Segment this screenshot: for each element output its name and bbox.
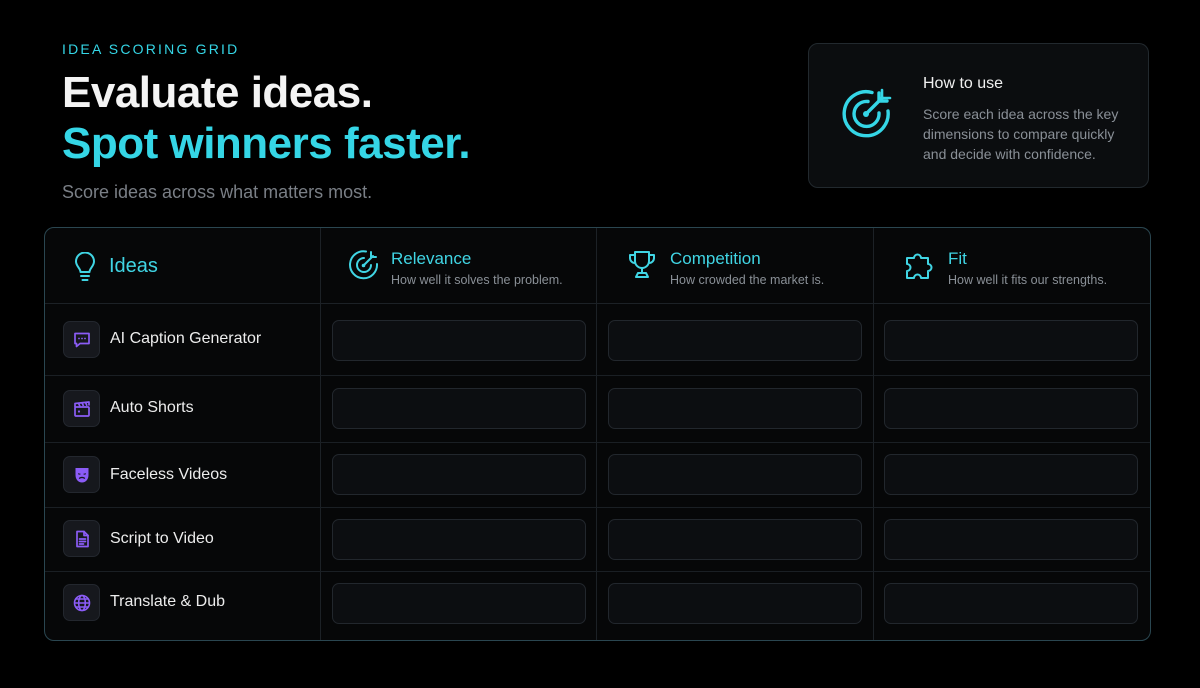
idea-label: AI Caption Generator: [110, 330, 262, 347]
target-icon: [349, 250, 379, 280]
how-to-use-card: How to use Score each idea across the ke…: [808, 43, 1149, 188]
idea-scoring-page: IDEA SCORING GRID Evaluate ideas. Spot w…: [0, 0, 1200, 688]
score-cell-competition[interactable]: [608, 583, 862, 624]
how-to-use-text: Score each idea across the key dimension…: [923, 106, 1119, 162]
globe-icon: [73, 594, 91, 612]
column-header-fit: Fit How well it fits our strengths.: [874, 228, 1150, 304]
score-cell-relevance[interactable]: [332, 388, 586, 429]
ideas-header: Ideas: [45, 228, 320, 304]
score-cell-competition[interactable]: [608, 519, 862, 560]
scoring-grid: Ideas Relevance How well it solves the p…: [44, 227, 1151, 641]
document-icon: [76, 530, 89, 548]
column-header-relevance: Relevance How well it solves the problem…: [321, 228, 596, 304]
score-cell-relevance[interactable]: [332, 519, 586, 560]
lightbulb-icon: [75, 252, 95, 281]
how-to-use-title: How to use: [923, 75, 1004, 92]
score-cell-fit[interactable]: [884, 320, 1138, 361]
score-cell-competition[interactable]: [608, 320, 862, 361]
target-arrow-icon: [842, 88, 892, 138]
score-cell-competition[interactable]: [608, 454, 862, 495]
puzzle-piece-icon: [906, 253, 933, 279]
chat-bubble-icon: [74, 332, 90, 348]
page-title: Evaluate ideas.: [62, 68, 373, 117]
grid-header-row: Ideas Relevance How well it solves the p…: [45, 228, 1150, 304]
idea-icon-badge: [63, 390, 100, 427]
table-row: Auto Shorts: [45, 376, 1150, 442]
idea-label: Auto Shorts: [110, 399, 194, 416]
idea-label: Translate & Dub: [110, 593, 226, 610]
column-title: Relevance: [391, 249, 472, 268]
column-description: How crowded the market is.: [670, 273, 825, 287]
score-cell-fit[interactable]: [884, 519, 1138, 560]
ideas-header-label: Ideas: [109, 255, 158, 277]
table-row: Translate & Dub: [45, 572, 1150, 640]
column-header-competition: Competition How crowded the market is.: [597, 228, 873, 304]
page-title-accent: Spot winners faster.: [62, 119, 471, 168]
column-title: Competition: [670, 249, 761, 268]
score-cell-relevance[interactable]: [332, 320, 586, 361]
clapperboard-icon: [74, 401, 90, 417]
table-row: Faceless Videos: [45, 443, 1150, 507]
score-cell-fit[interactable]: [884, 454, 1138, 495]
table-row: Script to Video: [45, 508, 1150, 571]
score-cell-fit[interactable]: [884, 583, 1138, 624]
idea-icon-badge: [63, 321, 100, 358]
trophy-icon: [629, 251, 655, 278]
score-cell-fit[interactable]: [884, 388, 1138, 429]
idea-label: Script to Video: [110, 530, 214, 547]
column-description: How well it solves the problem.: [391, 273, 563, 287]
score-cell-relevance[interactable]: [332, 583, 586, 624]
idea-icon-badge: [63, 520, 100, 557]
score-cell-competition[interactable]: [608, 388, 862, 429]
eyebrow-label: IDEA SCORING GRID: [62, 41, 240, 57]
score-cell-relevance[interactable]: [332, 454, 586, 495]
idea-icon-badge: [63, 584, 100, 621]
column-description: How well it fits our strengths.: [948, 273, 1108, 287]
idea-label: Faceless Videos: [110, 466, 228, 483]
idea-icon-badge: [63, 456, 100, 493]
page-subtitle: Score ideas across what matters most.: [62, 182, 373, 202]
column-title: Fit: [948, 249, 967, 268]
mask-icon: [75, 468, 89, 483]
table-row: AI Caption Generator: [45, 304, 1150, 375]
